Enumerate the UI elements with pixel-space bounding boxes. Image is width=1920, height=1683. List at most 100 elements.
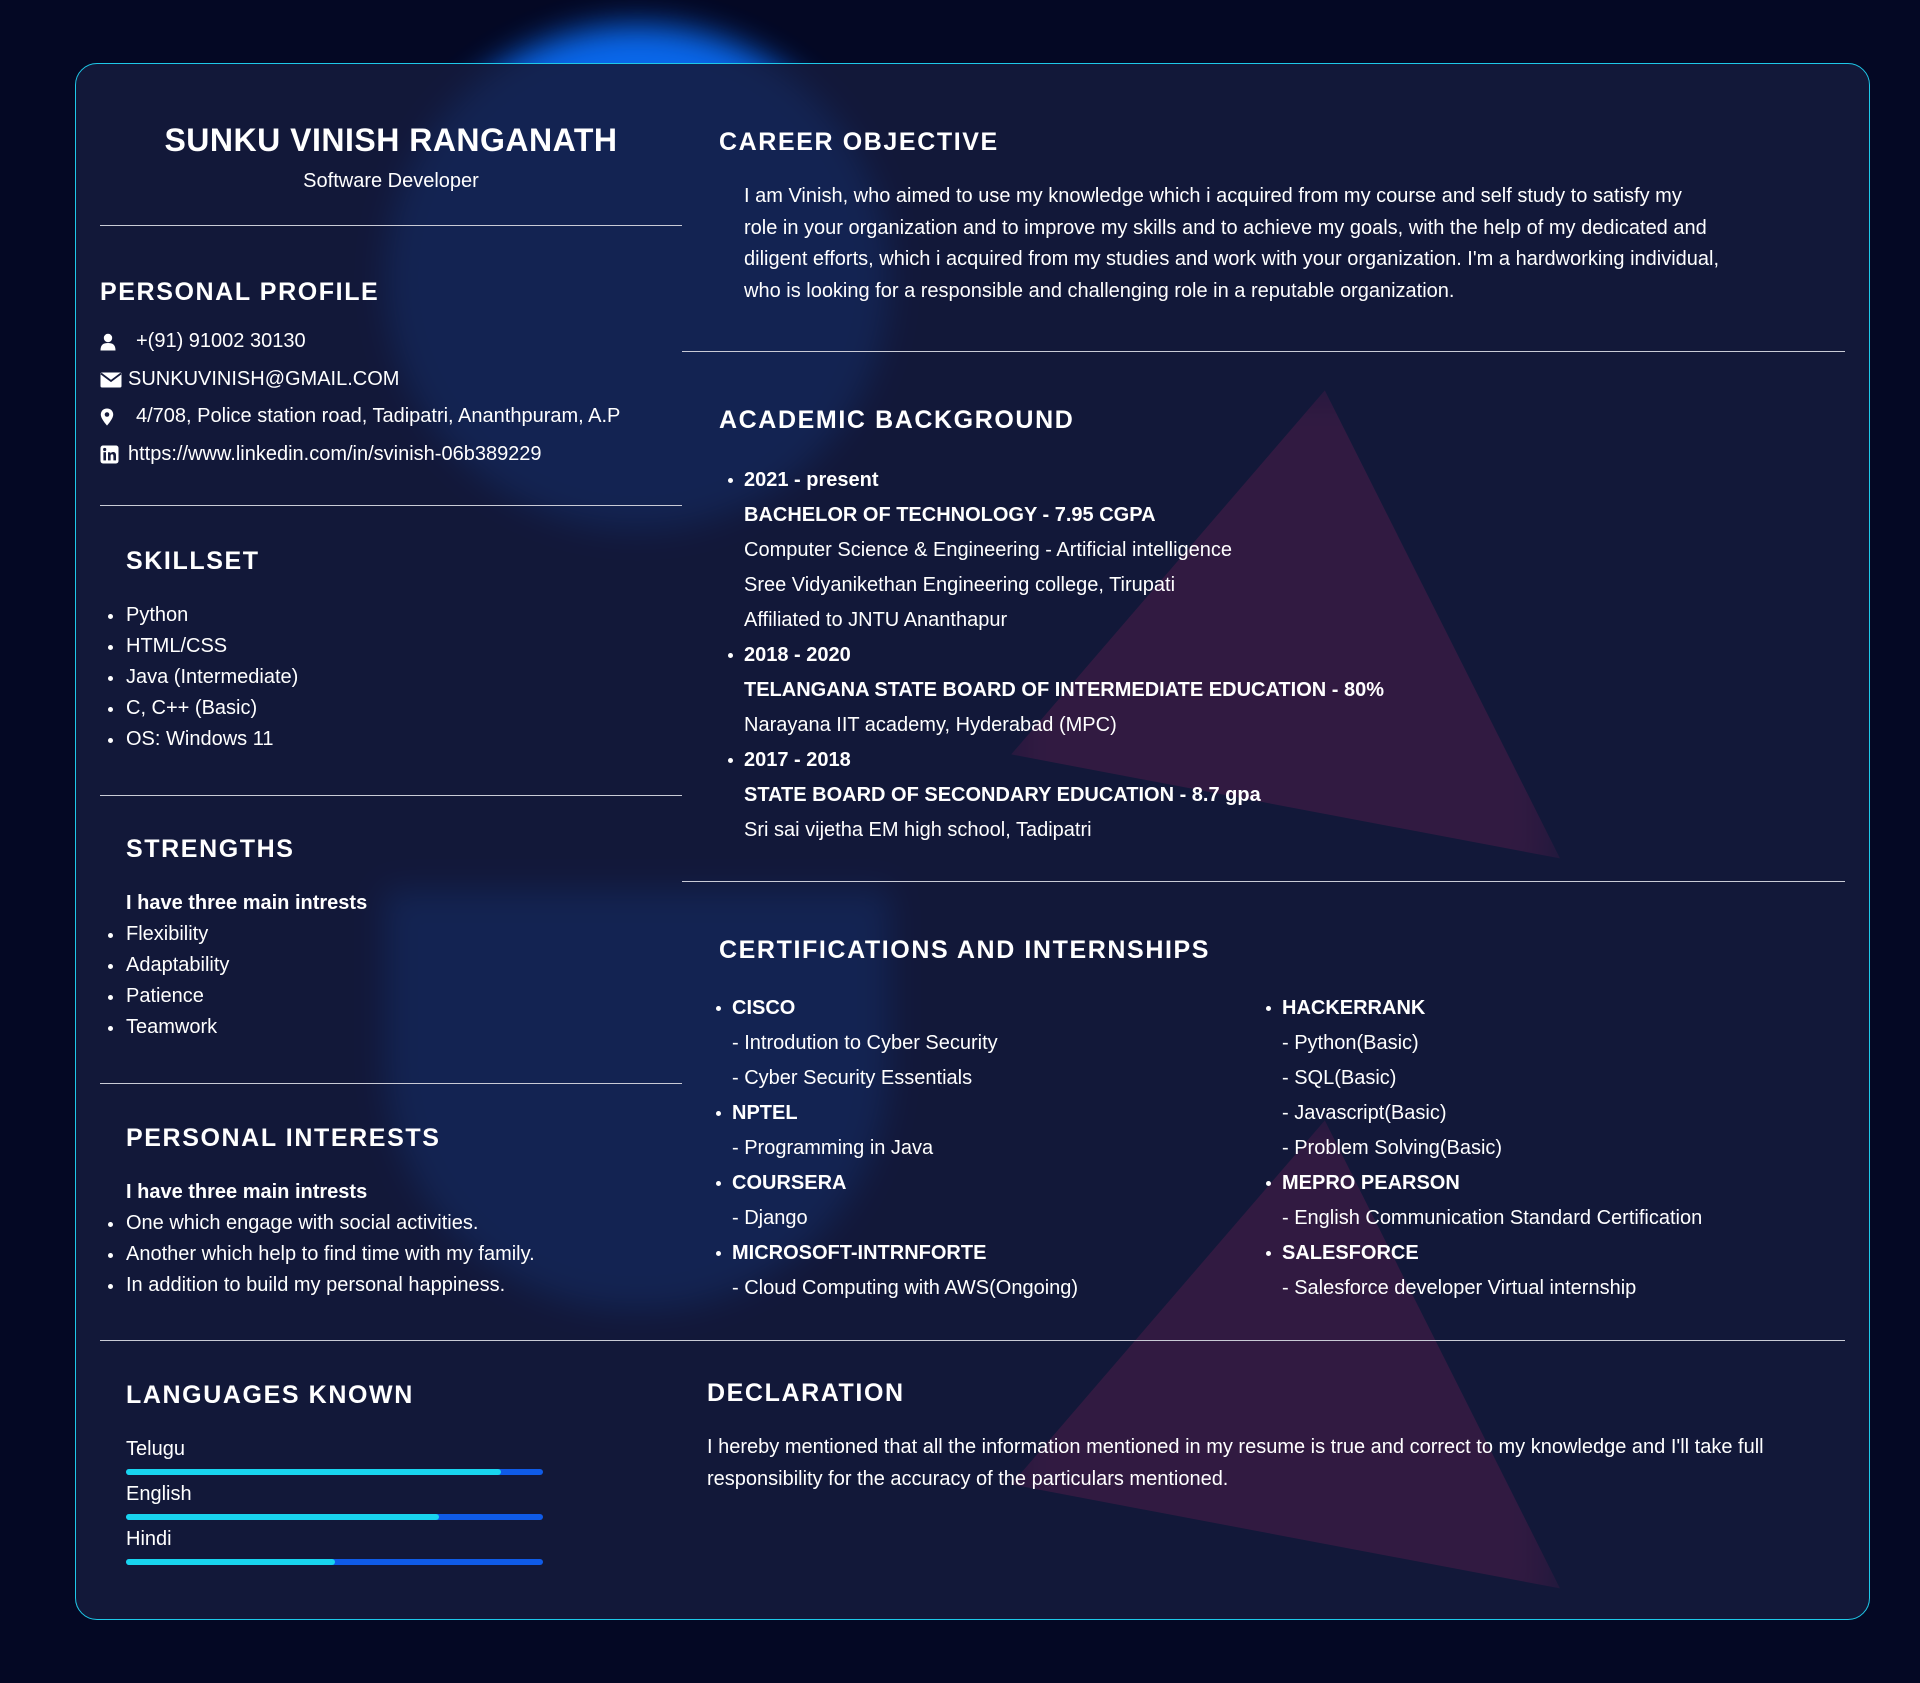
cert-org: CISCO bbox=[715, 991, 1078, 1026]
declaration-text: I hereby mentioned that all the informat… bbox=[707, 1432, 1764, 1495]
cert-item: - Programming in Java bbox=[732, 1137, 934, 1159]
list-item: Python bbox=[107, 600, 298, 631]
cert-item: - Problem Solving(Basic) bbox=[1282, 1137, 1503, 1159]
text-line: role in your organization and to improve… bbox=[744, 216, 1707, 239]
academic-degree: TELANGANA STATE BOARD OF INTERMEDIATE ED… bbox=[744, 679, 1384, 701]
section-title-skillset: SKILLSET bbox=[126, 547, 260, 575]
text-line: who is looking for a responsible and cha… bbox=[744, 279, 1455, 302]
cert-org: COURSERA bbox=[715, 1166, 1078, 1201]
academic-detail: Narayana IIT academy, Hyderabad (MPC) bbox=[744, 714, 1117, 736]
text-line: diligent efforts, which i acquired from … bbox=[744, 248, 1720, 270]
list-item: In addition to build my personal happine… bbox=[108, 1270, 535, 1301]
certifications-left-list: CISCO - Introdution to Cyber Security - … bbox=[715, 991, 1079, 1306]
user-icon bbox=[100, 333, 122, 351]
list-item: Patience bbox=[107, 981, 367, 1012]
candidate-name: SUNKU VINISH RANGANATH bbox=[164, 122, 618, 158]
divider bbox=[682, 351, 1845, 352]
academic-detail: Affiliated to JNTU Ananthapur bbox=[744, 609, 1008, 631]
contact-address: 4/708, Police station road, Tadipatri, A… bbox=[100, 405, 620, 428]
divider bbox=[100, 505, 682, 506]
cert-item: - Django bbox=[732, 1207, 808, 1229]
language-bar-fill bbox=[126, 1514, 439, 1520]
academic-degree: BACHELOR OF TECHNOLOGY - 7.95 CGPA bbox=[744, 504, 1156, 526]
contact-email: SUNKUVINISH@GMAIL.COM bbox=[100, 368, 399, 391]
text-line: I hereby mentioned that all the informat… bbox=[707, 1436, 1764, 1458]
academic-year: 2021 - present bbox=[728, 463, 1384, 498]
cert-item: - Python(Basic) bbox=[1282, 1032, 1419, 1054]
section-title-personal-profile: PERSONAL PROFILE bbox=[100, 278, 380, 306]
list-item: OS: Windows 11 bbox=[107, 724, 298, 755]
academic-list: 2021 - present BACHELOR OF TECHNOLOGY - … bbox=[728, 463, 1384, 848]
list-item: Java (Intermediate) bbox=[107, 662, 298, 693]
academic-year: 2018 - 2020 bbox=[728, 638, 1384, 673]
section-title-personal-interests: PERSONAL INTERESTS bbox=[126, 1124, 441, 1152]
section-title-certifications: CERTIFICATIONS AND INTERNSHIPS bbox=[719, 936, 1211, 964]
language-bar bbox=[126, 1469, 543, 1475]
cert-org: HACKERRANK bbox=[1265, 991, 1702, 1026]
map-pin-icon bbox=[100, 408, 122, 426]
list-item: Adaptability bbox=[107, 950, 367, 981]
cert-item: - SQL(Basic) bbox=[1282, 1067, 1397, 1089]
academic-year: 2017 - 2018 bbox=[728, 743, 1384, 778]
list-item: Teamwork bbox=[107, 1012, 367, 1043]
divider bbox=[100, 225, 682, 226]
skillset-list: Python HTML/CSS Java (Intermediate) C, C… bbox=[107, 600, 298, 755]
email-address[interactable]: SUNKUVINISH@GMAIL.COM bbox=[128, 368, 399, 391]
strengths-list: I have three main intrests Flexibility A… bbox=[107, 888, 368, 1043]
list-item: C, C++ (Basic) bbox=[107, 693, 298, 724]
linkedin-icon bbox=[100, 445, 122, 464]
divider bbox=[100, 795, 682, 796]
divider bbox=[100, 1340, 1845, 1341]
cert-item: - Cloud Computing with AWS(Ongoing) bbox=[732, 1277, 1079, 1299]
list-item: HTML/CSS bbox=[107, 631, 298, 662]
text-line: responsibility for the accuracy of the p… bbox=[707, 1467, 1229, 1490]
divider bbox=[682, 881, 1845, 882]
section-title-languages: LANGUAGES KNOWN bbox=[126, 1381, 414, 1409]
language-bar-fill bbox=[126, 1469, 502, 1475]
language-bar bbox=[126, 1559, 543, 1565]
contact-linkedin: https://www.linkedin.com/in/svinish-06b3… bbox=[100, 443, 542, 466]
certifications-right-list: HACKERRANK - Python(Basic) - SQL(Basic) … bbox=[1265, 991, 1703, 1306]
language-name: Telugu bbox=[126, 1438, 185, 1460]
cert-item: - Salesforce developer Virtual internshi… bbox=[1282, 1277, 1637, 1299]
language-name: Hindi bbox=[126, 1528, 172, 1550]
cert-org: MEPRO PEARSON bbox=[1265, 1166, 1702, 1201]
academic-degree: STATE BOARD OF SECONDARY EDUCATION - 8.7… bbox=[744, 784, 1261, 806]
section-title-academic: ACADEMIC BACKGROUND bbox=[719, 406, 1075, 434]
strengths-intro: I have three main intrests bbox=[126, 892, 368, 914]
address: 4/708, Police station road, Tadipatri, A… bbox=[136, 405, 621, 427]
candidate-role: Software Developer bbox=[303, 170, 479, 192]
phone-number: +(91) 91002 30130 bbox=[136, 330, 306, 352]
interests-intro: I have three main intrests bbox=[126, 1181, 368, 1203]
language-bar bbox=[126, 1514, 543, 1520]
language-name: English bbox=[126, 1483, 192, 1505]
language-bar-fill bbox=[126, 1559, 335, 1565]
academic-detail: Sri sai vijetha EM high school, Tadipatr… bbox=[744, 819, 1092, 841]
text-line: I am Vinish, who aimed to use my knowled… bbox=[744, 185, 1682, 207]
interests-list: I have three main intrests One which eng… bbox=[108, 1177, 535, 1301]
linkedin-url[interactable]: https://www.linkedin.com/in/svinish-06b3… bbox=[128, 443, 542, 466]
divider bbox=[100, 1083, 682, 1084]
academic-detail: Computer Science & Engineering - Artific… bbox=[744, 539, 1233, 561]
list-item: Flexibility bbox=[107, 919, 367, 950]
section-title-strengths: STRENGTHS bbox=[126, 835, 295, 863]
language-item: English bbox=[126, 1483, 543, 1520]
academic-detail: Sree Vidyanikethan Engineering college, … bbox=[744, 574, 1176, 596]
section-title-declaration: DECLARATION bbox=[707, 1379, 905, 1407]
language-item: Hindi bbox=[126, 1528, 543, 1565]
cert-item: - English Communication Standard Certifi… bbox=[1282, 1207, 1703, 1229]
cert-item: - Javascript(Basic) bbox=[1282, 1102, 1447, 1124]
envelope-icon bbox=[100, 372, 122, 388]
cert-item: - Cyber Security Essentials bbox=[732, 1067, 973, 1089]
list-item: One which engage with social activities. bbox=[108, 1208, 535, 1239]
cert-org: MICROSOFT-INTRNFORTE bbox=[715, 1236, 1078, 1271]
cert-org: NPTEL bbox=[715, 1096, 1078, 1131]
cert-org: SALESFORCE bbox=[1265, 1236, 1702, 1271]
resume-page: SUNKU VINISH RANGANATH Software Develope… bbox=[0, 0, 1920, 1683]
career-objective-text: I am Vinish, who aimed to use my knowled… bbox=[744, 181, 1719, 307]
language-item: Telugu bbox=[126, 1438, 543, 1475]
cert-item: - Introdution to Cyber Security bbox=[732, 1032, 998, 1054]
contact-phone: +(91) 91002 30130 bbox=[100, 330, 306, 353]
list-item: Another which help to find time with my … bbox=[108, 1239, 535, 1270]
section-title-career-objective: CAREER OBJECTIVE bbox=[719, 128, 999, 156]
